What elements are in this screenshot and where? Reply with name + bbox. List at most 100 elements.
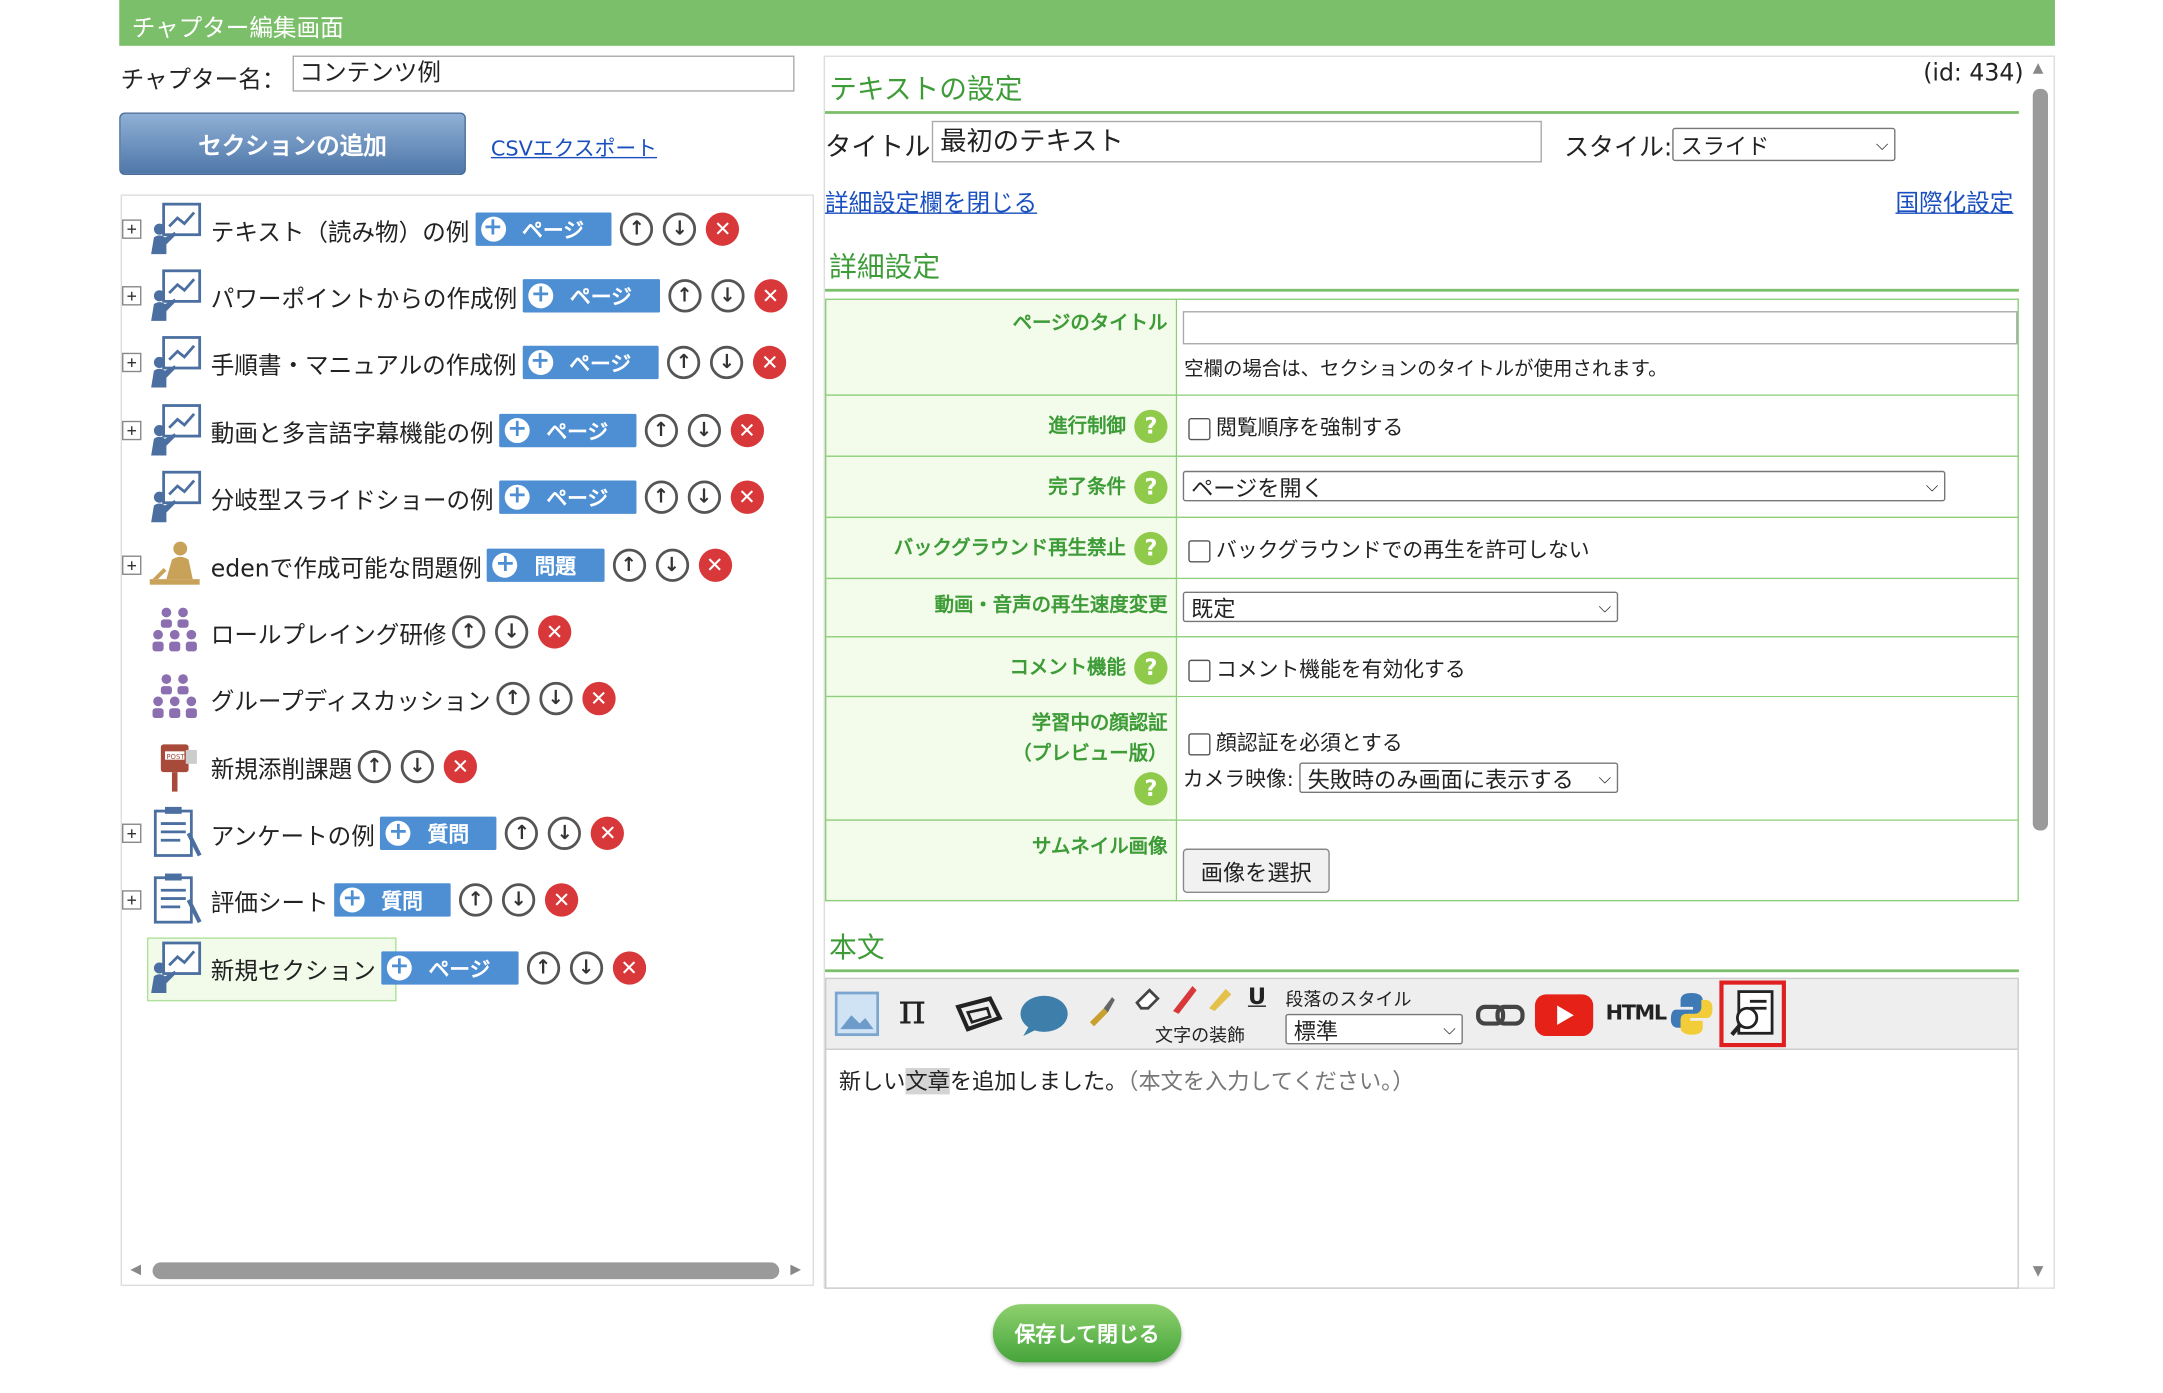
comment-option-label[interactable]: コメント機能を有効化する — [1216, 657, 1466, 682]
scroll-up-arrow[interactable]: ▲ — [2033, 61, 2044, 76]
section-row[interactable]: + 動画と多言語字幕機能の例 + ページ ↑ ↓ ✕ — [122, 403, 764, 459]
chapter-name-input[interactable]: コンテンツ例 — [292, 55, 795, 92]
move-down-icon[interactable]: ↓ — [400, 749, 435, 784]
horizontal-scrollbar[interactable] — [152, 1262, 780, 1280]
section-label[interactable]: グループディスカッション — [211, 681, 491, 716]
expand-icon[interactable]: + — [122, 286, 142, 306]
move-up-icon[interactable]: ↑ — [526, 951, 560, 985]
section-row[interactable]: 分岐型スライドショーの例 + ページ ↑ ↓ ✕ — [122, 469, 764, 525]
vertical-scrollbar[interactable] — [2032, 88, 2049, 831]
delete-icon[interactable]: ✕ — [706, 212, 740, 246]
delete-icon[interactable]: ✕ — [698, 548, 732, 582]
help-icon[interactable]: ? — [1134, 651, 1168, 685]
section-label[interactable]: パワーポイントからの作成例 — [211, 278, 517, 313]
add-question-button[interactable]: + 質問 — [380, 816, 497, 850]
add-section-button[interactable]: セクションの追加 — [119, 112, 466, 175]
progress-option-label[interactable]: 閲覧順序を強制する — [1216, 415, 1403, 440]
move-up-icon[interactable]: ↑ — [667, 279, 702, 313]
section-label[interactable]: 新規添削課題 — [211, 749, 352, 784]
delete-icon[interactable]: ✕ — [753, 345, 787, 380]
delete-icon[interactable]: ✕ — [538, 615, 572, 649]
speech-bubble-icon[interactable] — [1018, 993, 1071, 1037]
scroll-left-arrow[interactable]: ◀ — [130, 1262, 141, 1277]
section-label[interactable]: 新規セクション — [211, 951, 376, 986]
math-pi-icon[interactable]: π — [899, 986, 926, 1035]
expand-icon[interactable]: + — [122, 890, 142, 910]
csv-export-link[interactable]: CSVエクスポート — [491, 133, 657, 162]
move-up-icon[interactable]: ↑ — [620, 212, 654, 246]
eraser-icon[interactable] — [1133, 983, 1166, 1014]
section-label[interactable]: ロールプレイング研修 — [211, 615, 447, 649]
html-button[interactable]: HTML — [1606, 1000, 1667, 1025]
brush-icon[interactable] — [1084, 994, 1117, 1027]
add-question-button[interactable]: + 質問 — [334, 883, 451, 917]
move-down-icon[interactable]: ↓ — [495, 615, 529, 649]
delete-icon[interactable]: ✕ — [544, 883, 579, 917]
expand-icon[interactable]: + — [122, 352, 142, 373]
youtube-icon[interactable] — [1534, 993, 1595, 1037]
move-down-icon[interactable]: ↓ — [710, 345, 744, 380]
add-page-button[interactable]: + ページ — [499, 413, 637, 448]
delete-icon[interactable]: ✕ — [612, 951, 646, 985]
section-row[interactable]: + パワーポイントからの作成例 + ページ ↑ ↓ ✕ — [122, 268, 788, 324]
face-auth-option[interactable]: 顔認証を必須とする — [1188, 728, 1403, 757]
section-label[interactable]: edenで作成可能な問題例 — [211, 548, 482, 583]
camera-select[interactable]: 失敗時のみ画面に表示する ⌵ — [1299, 762, 1619, 794]
highlighter-icon[interactable] — [1204, 980, 1237, 1013]
move-down-icon[interactable]: ↓ — [501, 883, 536, 917]
move-up-icon[interactable]: ↑ — [644, 480, 678, 514]
i18n-settings-link[interactable]: 国際化設定 — [1895, 183, 2013, 218]
move-up-icon[interactable]: ↑ — [667, 345, 701, 380]
move-down-icon[interactable]: ↓ — [710, 279, 745, 313]
section-row[interactable]: POST 新規添削課題 ↑ ↓ ✕ — [122, 739, 477, 795]
add-page-button[interactable]: + ページ — [522, 279, 660, 313]
add-page-button[interactable]: + ページ — [522, 345, 659, 380]
help-icon[interactable]: ? — [1134, 470, 1168, 505]
move-up-icon[interactable]: ↑ — [452, 615, 486, 649]
section-label[interactable]: アンケートの例 — [211, 816, 375, 851]
style-select[interactable]: スライド ⌵ — [1672, 127, 1896, 162]
scroll-down-arrow[interactable]: ▼ — [2033, 1264, 2044, 1279]
section-row[interactable]: + 手順書・マニュアルの作成例 + ページ ↑ ↓ ✕ — [122, 335, 787, 391]
image-icon[interactable] — [834, 990, 880, 1037]
move-down-icon[interactable]: ↓ — [548, 816, 582, 850]
title-input[interactable]: 最初のテキスト — [931, 120, 1542, 163]
delete-icon[interactable]: ✕ — [753, 279, 788, 313]
shape-icon[interactable] — [954, 996, 1004, 1035]
marker-red-icon[interactable] — [1168, 980, 1201, 1014]
section-row[interactable]: グループディスカッション ↑ ↓ ✕ — [122, 671, 616, 727]
face-auth-checkbox[interactable] — [1188, 732, 1211, 755]
move-up-icon[interactable]: ↑ — [496, 681, 530, 716]
section-label[interactable]: 分岐型スライドショーの例 — [211, 480, 494, 515]
delete-icon[interactable]: ✕ — [582, 681, 616, 716]
underline-icon[interactable]: U — [1248, 983, 1266, 1009]
save-and-close-button[interactable]: 保存して閉じる — [992, 1304, 1182, 1363]
completion-select[interactable]: ページを開く ⌵ — [1182, 470, 1946, 502]
progress-checkbox[interactable] — [1188, 417, 1211, 440]
move-up-icon[interactable]: ↑ — [458, 883, 493, 917]
delete-icon[interactable]: ✕ — [730, 413, 764, 448]
python-icon[interactable] — [1669, 990, 1713, 1037]
delete-icon[interactable]: ✕ — [443, 749, 477, 784]
help-icon[interactable]: ? — [1134, 772, 1168, 806]
section-row[interactable]: + テキスト（読み物）の例 + ページ ↑ ↓ ✕ — [122, 201, 740, 257]
link-icon[interactable] — [1475, 1001, 1525, 1029]
section-label[interactable]: テキスト（読み物）の例 — [211, 212, 470, 247]
move-down-icon[interactable]: ↓ — [569, 951, 603, 985]
section-row[interactable]: + edenで作成可能な問題例 + 問題 ↑ ↓ ✕ — [122, 537, 732, 593]
section-row-selected[interactable]: 新規セクション + ページ ↑ ↓ ✕ — [122, 940, 646, 996]
close-detail-link[interactable]: 詳細設定欄を閉じる — [825, 183, 1037, 218]
move-down-icon[interactable]: ↓ — [539, 681, 573, 716]
move-down-icon[interactable]: ↓ — [687, 413, 721, 448]
scroll-right-arrow[interactable]: ▶ — [790, 1262, 801, 1277]
delete-icon[interactable]: ✕ — [591, 816, 625, 850]
expand-icon[interactable]: + — [122, 420, 142, 441]
section-row[interactable]: + アンケートの例 + 質問 ↑ ↓ ✕ — [122, 806, 625, 862]
add-page-button[interactable]: + ページ — [381, 951, 519, 985]
delete-icon[interactable]: ✕ — [730, 480, 764, 514]
background-checkbox[interactable] — [1188, 539, 1211, 562]
paragraph-style-select[interactable]: 標準 ⌵ — [1285, 1013, 1463, 1045]
move-up-icon[interactable]: ↑ — [644, 413, 678, 448]
section-label[interactable]: 動画と多言語字幕機能の例 — [211, 413, 494, 448]
body-text[interactable]: 新しい文章を追加しました。（本文を入力してください。） — [839, 1062, 1414, 1095]
